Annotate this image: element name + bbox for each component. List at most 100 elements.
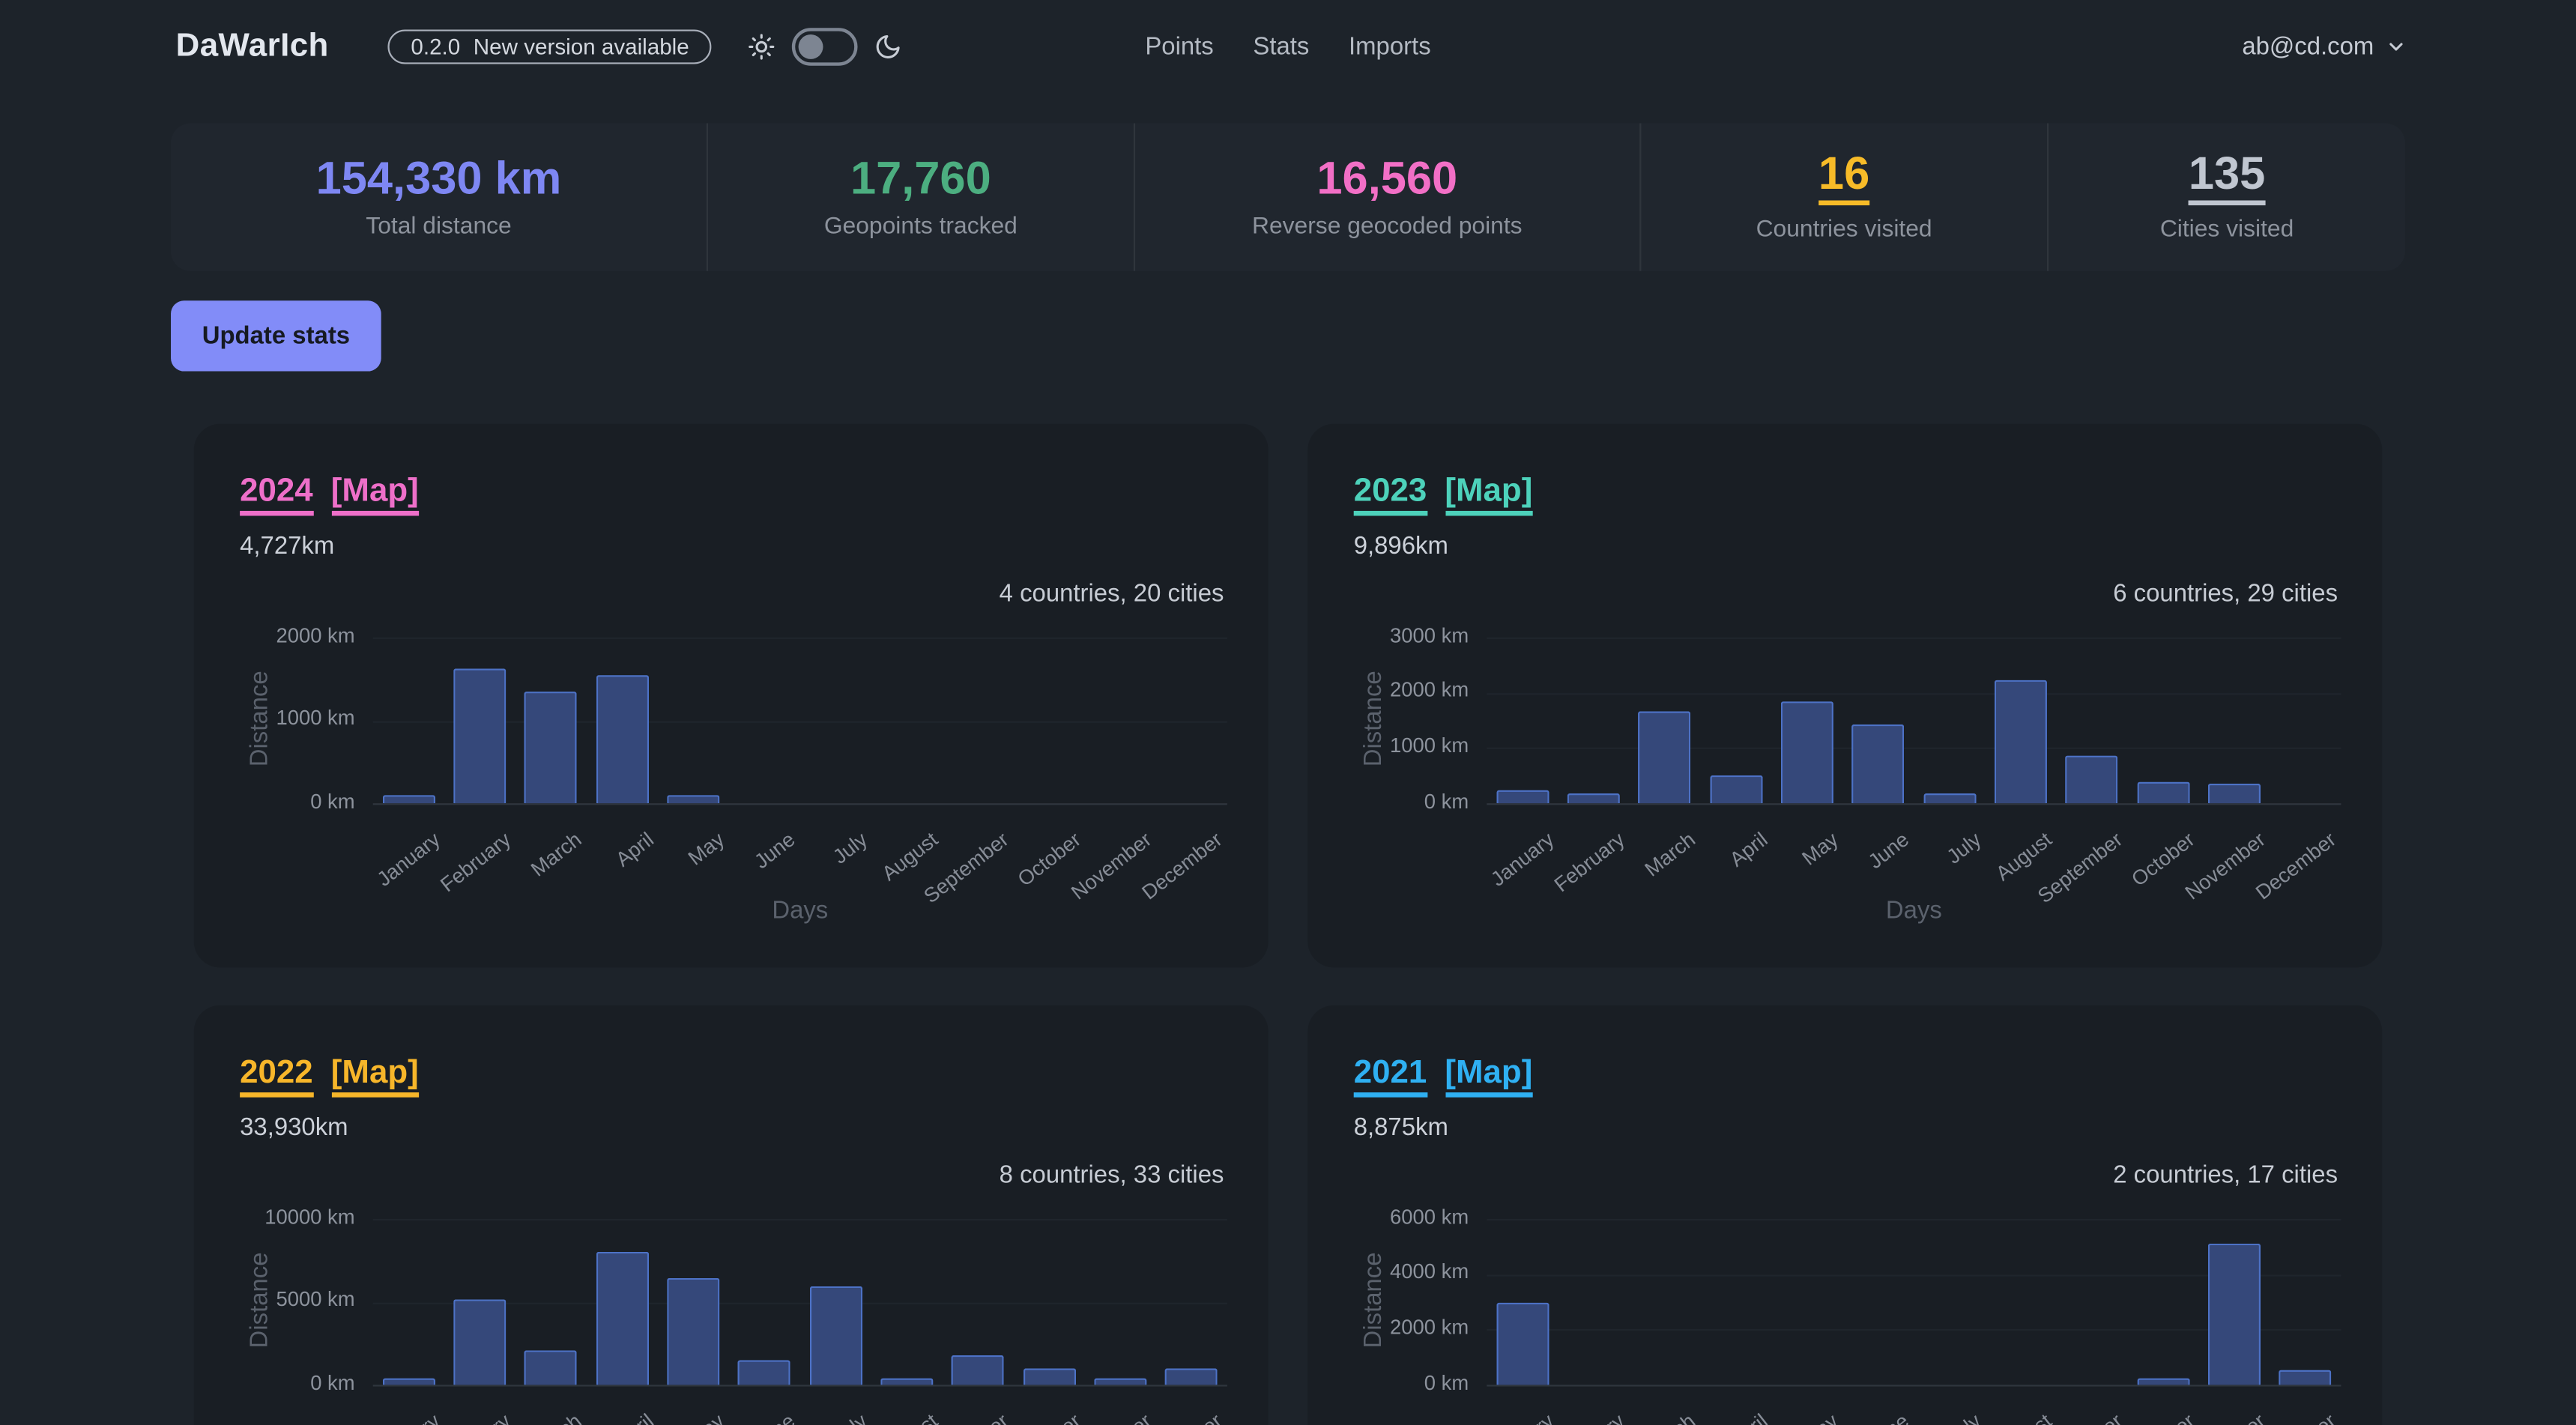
x-axis-month-label: January xyxy=(311,1409,444,1425)
year-card-2023: 2023[Map]9,896km6 countries, 29 cities0 … xyxy=(1307,424,2382,968)
gridline xyxy=(1487,748,2341,749)
x-axis-month-label: February xyxy=(1496,1409,1629,1425)
bar-may xyxy=(667,1279,719,1385)
x-axis-month-label: November xyxy=(2136,1409,2270,1425)
y-axis-title: Distance xyxy=(1359,1201,1387,1398)
stat-reverse-geocoded: 16,560 Reverse geocoded points xyxy=(1135,123,1641,270)
app-logo[interactable]: DaWarIch xyxy=(176,27,329,64)
y-axis-tick-label: 1000 km xyxy=(207,707,354,730)
x-axis-month-label: September xyxy=(1994,1409,2127,1425)
x-axis-month-label: July xyxy=(1851,1409,1985,1425)
stat-label: Total distance xyxy=(366,213,511,239)
bar-march xyxy=(524,692,577,803)
x-axis-month-label: August xyxy=(809,1409,943,1425)
distance-bar-chart[interactable]: 0 km5000 km10000 kmJanuaryFebruaryMarchA… xyxy=(194,1005,1269,1425)
x-axis-month-label: February xyxy=(382,1409,515,1425)
year-card-2022: 2022[Map]33,930km8 countries, 33 cities0… xyxy=(194,1005,1269,1425)
y-axis-tick-label: 10000 km xyxy=(207,1205,354,1228)
version-label: New version available xyxy=(474,34,689,58)
y-axis-tick-label: 2000 km xyxy=(1321,1316,1469,1339)
x-axis-title: Days xyxy=(373,897,1227,925)
bar-november xyxy=(1094,1379,1146,1385)
y-axis-tick-label: 0 km xyxy=(1321,1371,1469,1394)
cities-visited-link[interactable]: 135 xyxy=(2189,151,2265,205)
bar-january xyxy=(382,795,435,803)
stat-value: 16,560 xyxy=(1316,155,1457,201)
x-axis-month-label: October xyxy=(2065,1409,2198,1425)
y-axis-tick-label: 1000 km xyxy=(1321,734,1469,757)
bar-september xyxy=(2066,755,2118,803)
toggle-knob xyxy=(799,34,824,58)
bar-november xyxy=(2208,784,2261,803)
y-axis-tick-label: 5000 km xyxy=(207,1288,354,1311)
bar-february xyxy=(453,668,506,803)
stat-countries: 16 Countries visited xyxy=(1641,123,2049,270)
y-axis-tick-label: 4000 km xyxy=(1321,1260,1469,1283)
distance-bar-chart[interactable]: 0 km1000 km2000 kmJanuaryFebruaryMarchAp… xyxy=(194,424,1269,968)
bar-january xyxy=(1496,1302,1549,1385)
x-axis-month-label: March xyxy=(453,1409,587,1425)
bar-march xyxy=(1639,712,1691,804)
bar-august xyxy=(880,1379,933,1385)
nav-points[interactable]: Points xyxy=(1145,32,1213,60)
x-axis-month-label: May xyxy=(596,1409,729,1425)
bar-april xyxy=(1710,776,1762,804)
gridline xyxy=(373,1219,1227,1220)
bar-october xyxy=(2137,781,2189,803)
x-axis-month-label: May xyxy=(1709,1409,1842,1425)
y-axis-tick-label: 6000 km xyxy=(1321,1205,1469,1228)
bar-august xyxy=(1995,680,2047,803)
nav-stats[interactable]: Stats xyxy=(1253,32,1309,60)
year-card-2024: 2024[Map]4,727km4 countries, 20 cities0 … xyxy=(194,424,1269,968)
version-badge[interactable]: 0.2.0 New version available xyxy=(388,28,713,63)
stat-value: 154,330 km xyxy=(316,155,562,201)
x-axis-month-label: November xyxy=(1023,1409,1156,1425)
version-number: 0.2.0 xyxy=(411,34,460,58)
user-email: ab@cd.com xyxy=(2242,32,2374,60)
nav-imports[interactable]: Imports xyxy=(1349,32,1431,60)
bar-march xyxy=(524,1350,577,1385)
y-axis-tick-label: 3000 km xyxy=(1321,623,1469,647)
x-axis-month-label: July xyxy=(738,1409,871,1425)
y-axis-title: Distance xyxy=(246,620,273,817)
bar-june xyxy=(1852,724,1905,803)
stat-label: Countries visited xyxy=(1756,217,1932,243)
gridline xyxy=(1487,1385,2341,1386)
user-menu[interactable]: ab@cd.com xyxy=(2242,32,2407,60)
bar-october xyxy=(2137,1378,2189,1385)
countries-visited-link[interactable]: 16 xyxy=(1818,151,1869,205)
sun-icon xyxy=(749,32,776,60)
bar-october xyxy=(1023,1369,1075,1385)
bar-april xyxy=(596,1251,648,1385)
bar-january xyxy=(1496,790,1549,803)
bar-may xyxy=(1781,701,1833,803)
x-axis-month-label: October xyxy=(952,1409,1085,1425)
bar-june xyxy=(738,1360,790,1385)
y-axis-title: Distance xyxy=(246,1201,273,1398)
distance-bar-chart[interactable]: 0 km 2000 km 4000 km 6000 km JanuaryFebruary… xyxy=(1307,1005,2382,1425)
x-axis-month-label: August xyxy=(1923,1409,2056,1425)
x-axis-month-label: January xyxy=(1424,1409,1558,1425)
y-axis-tick-label: 0 km xyxy=(1321,790,1469,813)
update-stats-button[interactable]: Update stats xyxy=(171,300,381,371)
distance-bar-chart[interactable]: 0 km1000 km2000 km3000 kmJanuaryFebruary… xyxy=(1307,424,2382,968)
main-nav: Points Stats Imports xyxy=(1145,32,1430,60)
gridline xyxy=(373,1385,1227,1386)
top-bar: DaWarIch 0.2.0 New version available Poi… xyxy=(0,0,2576,92)
bar-september xyxy=(952,1355,1004,1385)
bar-december xyxy=(2279,1370,2332,1385)
stat-value: 17,760 xyxy=(850,155,991,201)
x-axis-month-label: April xyxy=(1638,1409,1771,1425)
bar-july xyxy=(1923,793,1976,803)
gridline xyxy=(1487,1219,2341,1220)
x-axis-month-label: June xyxy=(1780,1409,1914,1425)
y-axis-tick-label: 0 km xyxy=(207,1371,354,1394)
x-axis-month-label: March xyxy=(1567,1409,1700,1425)
theme-toggle[interactable] xyxy=(793,27,859,64)
stat-label: Cities visited xyxy=(2160,217,2294,243)
gridline xyxy=(373,803,1227,805)
y-axis-tick-label: 0 km xyxy=(207,790,354,813)
x-axis-month-label: April xyxy=(524,1409,658,1425)
stat-geopoints: 17,760 Geopoints tracked xyxy=(708,123,1135,270)
stat-label: Geopoints tracked xyxy=(824,213,1018,239)
